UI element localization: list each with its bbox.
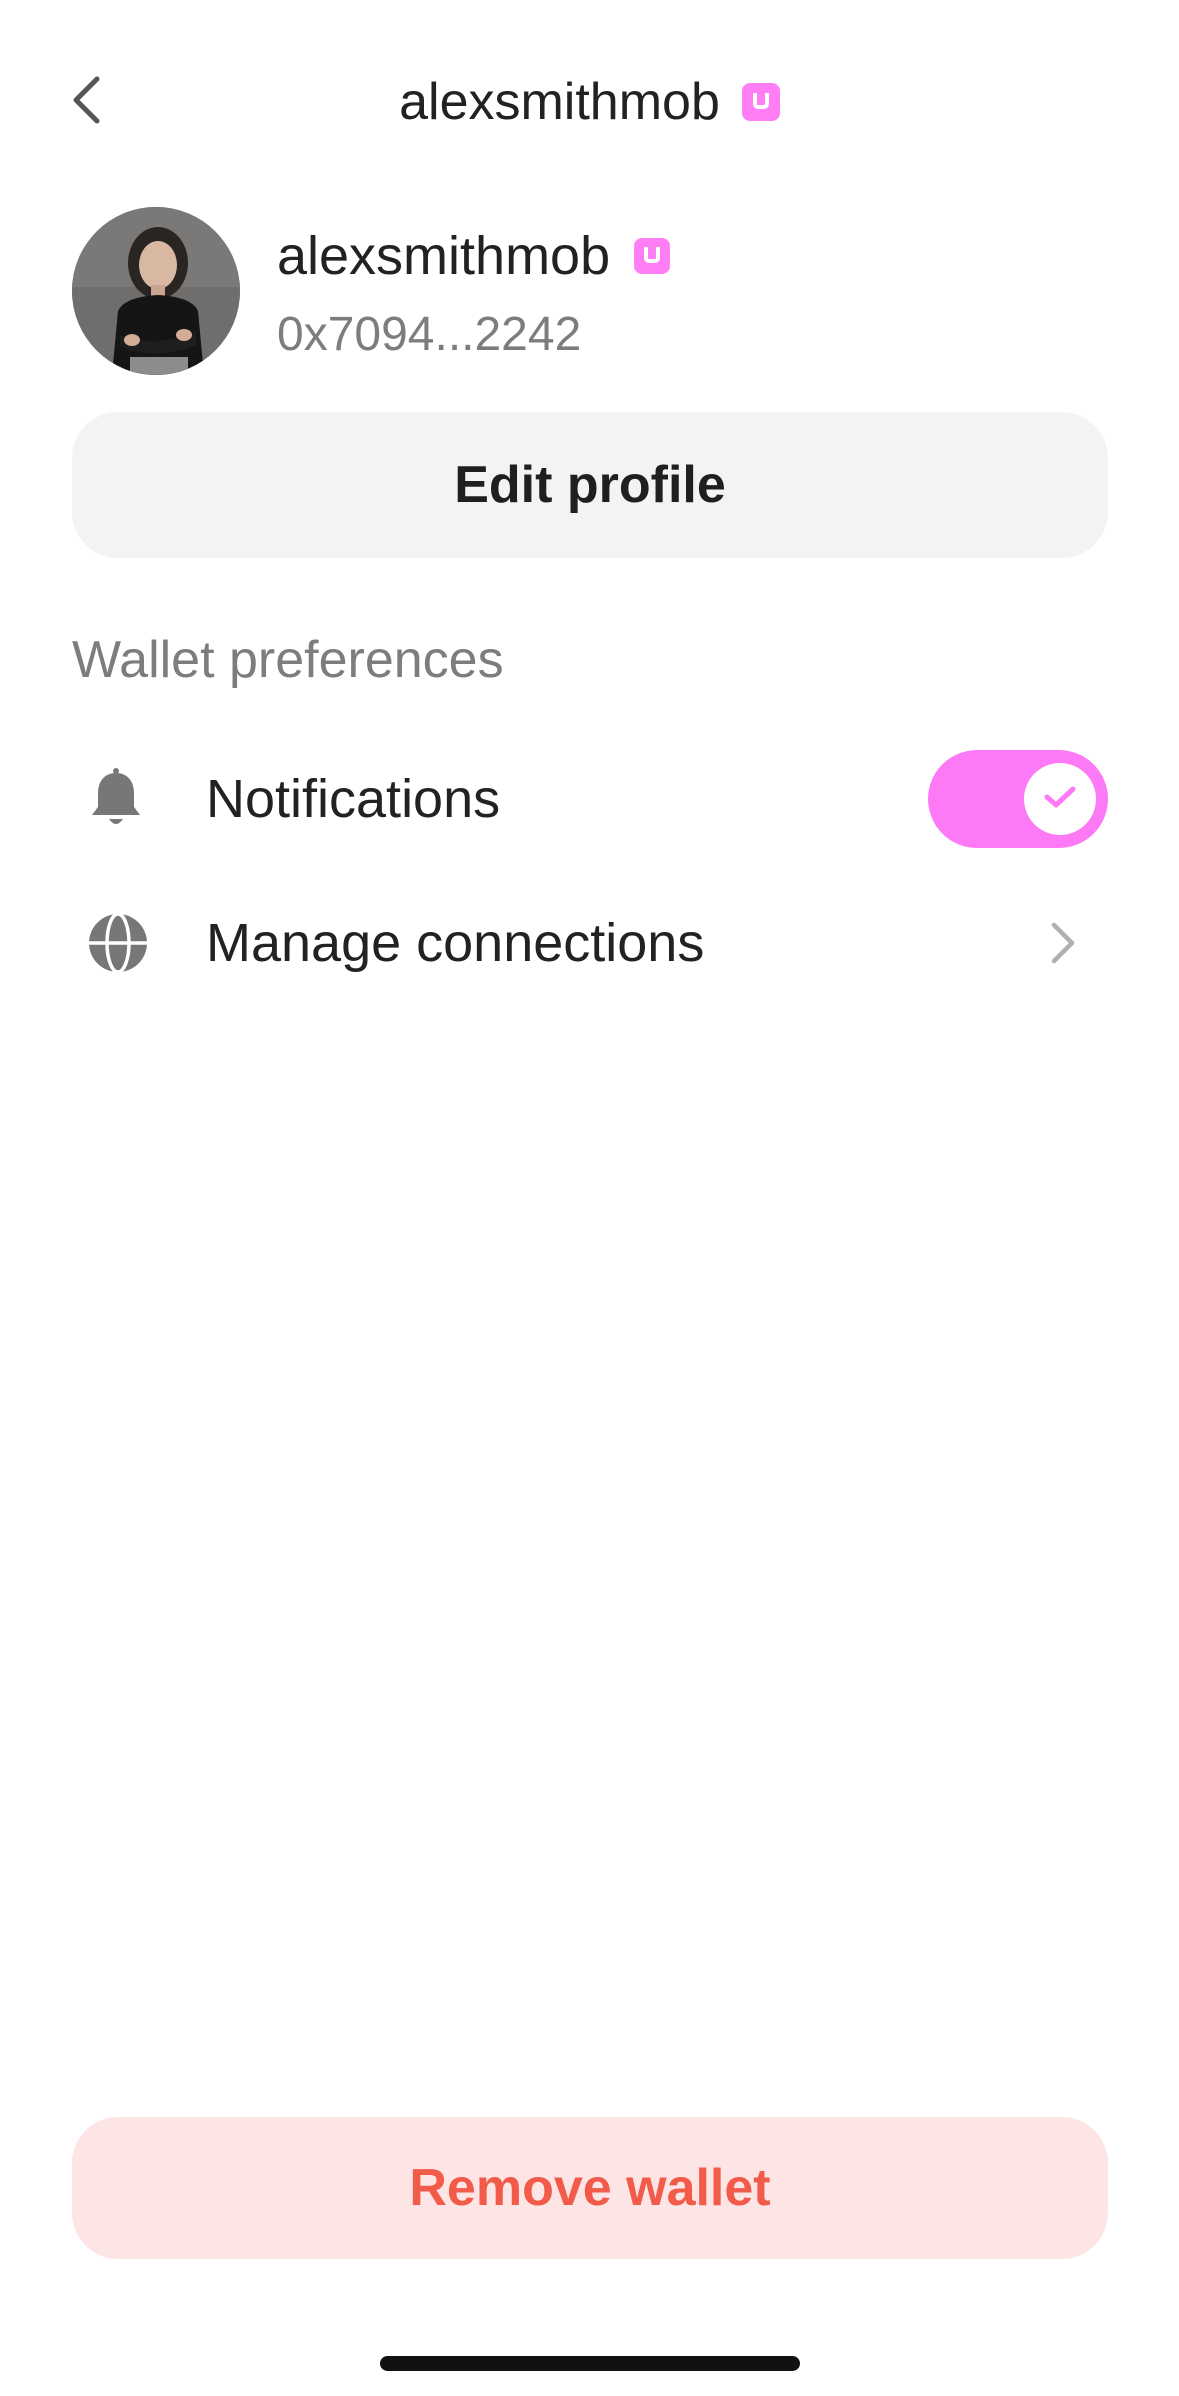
profile-summary: alexsmithmob 0x7094...2242: [72, 207, 1108, 377]
bell-icon: [86, 751, 182, 847]
header-title-group: alexsmithmob: [0, 50, 1179, 154]
notifications-row[interactable]: Notifications: [72, 744, 1108, 854]
manage-connections-row[interactable]: Manage connections: [72, 888, 1108, 998]
avatar: [72, 207, 240, 375]
wallet-address: 0x7094...2242: [277, 308, 582, 361]
chevron-right-icon: [1038, 918, 1088, 968]
profile-name-row: alexsmithmob: [277, 225, 671, 287]
home-indicator[interactable]: [380, 2356, 800, 2371]
checkmark-icon: [1043, 784, 1077, 815]
page-title: alexsmithmob: [399, 73, 720, 131]
profile-username: alexsmithmob: [277, 226, 611, 286]
remove-wallet-button[interactable]: Remove wallet: [72, 2117, 1108, 2259]
notifications-toggle[interactable]: [928, 750, 1108, 848]
edit-profile-button[interactable]: Edit profile: [72, 412, 1108, 558]
username-badge-icon: [634, 238, 671, 274]
username-badge-icon: [741, 83, 780, 121]
section-title-wallet-preferences: Wallet preferences: [72, 631, 504, 689]
globe-icon: [86, 895, 182, 991]
manage-connections-label: Manage connections: [206, 913, 705, 973]
toggle-knob: [1024, 763, 1096, 835]
top-bar: alexsmithmob: [0, 50, 1179, 154]
